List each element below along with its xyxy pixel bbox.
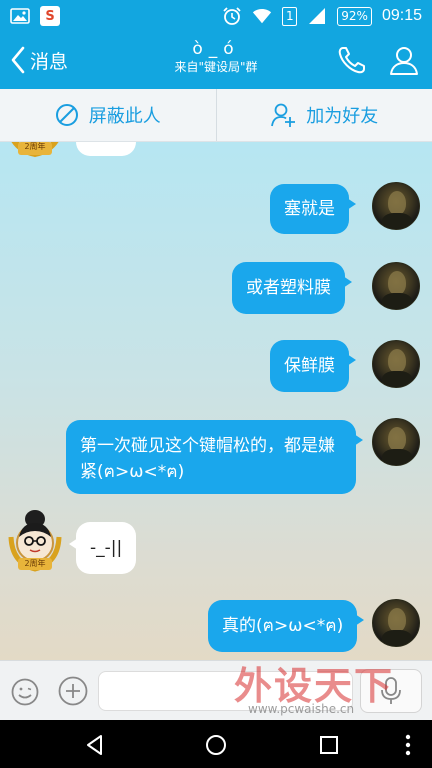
- avatar[interactable]: 2周年: [8, 142, 62, 188]
- block-user-label: 屏蔽此人: [88, 106, 161, 127]
- message-text: 第一次碰见这个键帽松的，都是嫌紧(ฅ>ω<*ฅ): [80, 436, 335, 482]
- clock: 09:15: [381, 7, 422, 24]
- message-bubble[interactable]: 或者塑料膜: [232, 262, 352, 314]
- phone-icon: [338, 47, 365, 74]
- action-bar: 屏蔽此人 加为好友: [0, 89, 432, 142]
- input-bar: [0, 660, 432, 720]
- chat-title: ò_ó 来自"键设局"群: [116, 40, 316, 76]
- overflow-menu-icon: [405, 734, 411, 756]
- avatar[interactable]: [372, 599, 420, 647]
- add-friend-icon: [271, 103, 296, 127]
- sogou-app-icon: S: [40, 6, 60, 26]
- avatar[interactable]: [372, 182, 420, 230]
- profile-icon: [390, 47, 418, 75]
- nav-menu-button[interactable]: [400, 732, 416, 758]
- nav-recent-apps-button[interactable]: [316, 732, 342, 758]
- add-friend-button[interactable]: 加为好友: [217, 89, 432, 141]
- signal-icon: [307, 7, 327, 25]
- plus-button[interactable]: [57, 675, 89, 707]
- message-bubble[interactable]: 第一次碰见这个键帽松的，都是嫌紧(ฅ>ω<*ฅ): [66, 420, 363, 494]
- avatar[interactable]: 2周年: [8, 507, 62, 572]
- battery-icon: 92%: [337, 6, 372, 26]
- message-bubble[interactable]: -_-||: [68, 522, 137, 574]
- message-text: 或者塑料膜: [246, 278, 331, 298]
- nav-home-button[interactable]: [203, 732, 229, 758]
- back-label: 消息: [30, 50, 69, 73]
- message-bubble[interactable]: 塞就是: [270, 184, 356, 234]
- microphone-icon: [381, 677, 401, 704]
- voice-button[interactable]: [360, 669, 422, 713]
- emoji-button[interactable]: [10, 677, 40, 707]
- status-left: S: [10, 6, 60, 26]
- message-text: -_-||: [90, 538, 123, 558]
- back-button[interactable]: 消息: [10, 46, 68, 74]
- status-right: 1 92% 09:15: [222, 6, 422, 26]
- status-bar: S 1 92% 09:15: [0, 0, 432, 32]
- anniversary-badge: 2周年: [24, 142, 46, 151]
- wifi-icon: [252, 7, 272, 25]
- anniversary-badge: 2周年: [24, 559, 46, 568]
- avatar[interactable]: [372, 262, 420, 310]
- sim-icon: 1: [282, 6, 298, 26]
- message-text: 保鲜膜: [284, 356, 335, 376]
- gallery-icon: [10, 7, 30, 25]
- call-button[interactable]: [336, 44, 368, 76]
- nav-back-icon: [87, 735, 102, 755]
- message-bubble[interactable]: 真的(ฅ>ω<*ฅ): [208, 600, 365, 652]
- back-chevron-icon: [11, 46, 25, 74]
- nav-recent-apps-icon: [320, 736, 338, 754]
- title-bar: 消息 ò_ó 来自"键设局"群: [0, 32, 432, 89]
- message-bubble-partial[interactable]: [76, 142, 136, 156]
- add-friend-label: 加为好友: [306, 106, 379, 127]
- message-text: 真的(ฅ>ω<*ฅ): [222, 616, 344, 636]
- group-source-subtitle: 来自"键设局"群: [174, 60, 258, 74]
- message-bubble[interactable]: 保鲜膜: [270, 340, 356, 392]
- emoji-icon: [11, 678, 39, 706]
- alarm-icon: [222, 7, 242, 25]
- contact-name: ò_ó: [192, 39, 240, 59]
- navigation-bar: [0, 720, 432, 768]
- block-icon: [55, 104, 78, 126]
- avatar[interactable]: [372, 340, 420, 388]
- message-input[interactable]: [98, 671, 353, 711]
- block-user-button[interactable]: 屏蔽此人: [0, 89, 216, 141]
- avatar[interactable]: [372, 418, 420, 466]
- chat-message-list[interactable]: 2周年 塞就是 或者塑料膜 保鲜膜 第一次碰见这个键帽松的，都是嫌紧(ฅ>ω<*…: [0, 142, 432, 660]
- message-text: 塞就是: [284, 199, 335, 219]
- profile-button[interactable]: [388, 44, 420, 76]
- nav-back-button[interactable]: [82, 732, 108, 758]
- plus-icon: [58, 676, 88, 706]
- nav-home-icon: [206, 735, 226, 755]
